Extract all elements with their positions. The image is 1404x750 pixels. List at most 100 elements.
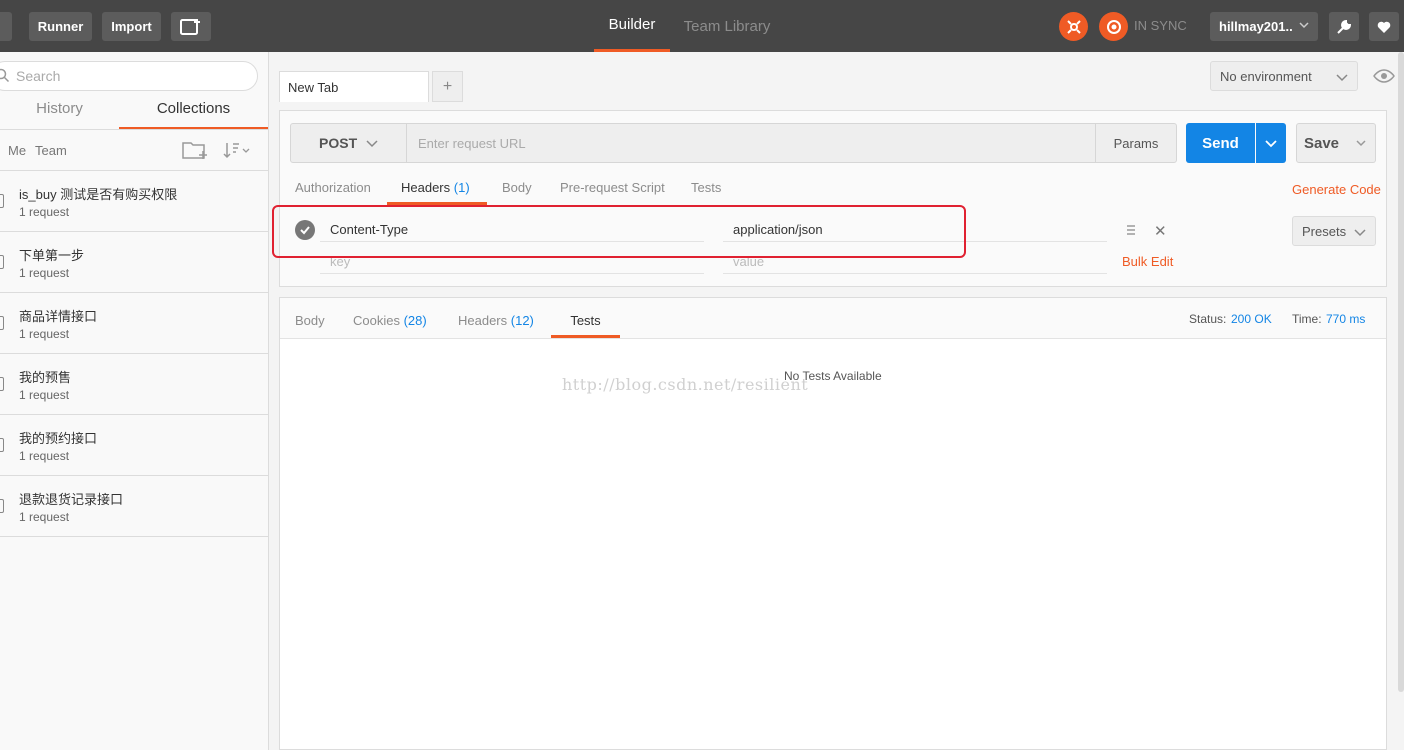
close-icon[interactable]: ✕ bbox=[1154, 222, 1167, 240]
sync-icon bbox=[1106, 19, 1121, 34]
response-headers-count: (12) bbox=[510, 313, 534, 328]
url-input[interactable] bbox=[408, 124, 1095, 162]
collection-item[interactable]: 我的预约接口 1 request bbox=[0, 415, 268, 476]
method-value: POST bbox=[319, 135, 358, 151]
new-folder-icon[interactable] bbox=[182, 139, 208, 161]
chevron-down-icon bbox=[1355, 140, 1366, 147]
collection-item[interactable]: 下单第一步 1 request bbox=[0, 232, 268, 293]
collection-count: 1 request bbox=[19, 510, 70, 524]
sidebar: Search History Collections Me Team is_bu… bbox=[0, 52, 269, 750]
filter-me[interactable]: Me bbox=[8, 143, 26, 158]
header-value-field[interactable]: application/json bbox=[723, 218, 1107, 242]
tab-body[interactable]: Body bbox=[502, 180, 532, 205]
user-menu-button[interactable]: hillmay201.. bbox=[1210, 12, 1318, 41]
collection-name: 我的预约接口 bbox=[19, 431, 98, 446]
tab-headers[interactable]: Headers (1) bbox=[387, 180, 487, 205]
save-button[interactable]: Save bbox=[1296, 123, 1347, 163]
wrench-icon bbox=[1337, 19, 1352, 34]
tab-history[interactable]: History bbox=[0, 100, 119, 130]
cookies-label: Cookies bbox=[353, 313, 400, 328]
header-enabled-checkbox[interactable] bbox=[295, 220, 315, 240]
time-value: 770 ms bbox=[1326, 312, 1366, 326]
presets-label: Presets bbox=[1302, 223, 1347, 239]
response-tab-headers[interactable]: Headers (12) bbox=[458, 313, 534, 338]
collection-name: 退款退货记录接口 bbox=[19, 492, 124, 507]
tab-headers-label: Headers bbox=[401, 180, 451, 195]
send-button[interactable]: Send bbox=[1186, 123, 1255, 163]
runner-button[interactable]: Runner bbox=[29, 12, 92, 41]
response-headers-label: Headers bbox=[458, 313, 508, 328]
collection-count: 1 request bbox=[19, 388, 70, 402]
response-tab-cookies[interactable]: Cookies (28) bbox=[353, 313, 427, 338]
collection-count: 1 request bbox=[19, 449, 70, 463]
request-url-bar: POST Params bbox=[290, 123, 1177, 163]
environment-quick-look-button[interactable] bbox=[1370, 64, 1398, 88]
tab-collections[interactable]: Collections bbox=[119, 100, 268, 130]
collection-count: 1 request bbox=[19, 205, 70, 219]
tab-authorization[interactable]: Authorization bbox=[295, 180, 371, 205]
settings-button[interactable] bbox=[1329, 12, 1359, 41]
chevron-down-icon bbox=[366, 140, 378, 148]
favorite-button[interactable] bbox=[1369, 12, 1399, 41]
folder-icon bbox=[0, 377, 4, 391]
sync-status-button[interactable] bbox=[1099, 12, 1128, 41]
status-label: Status: bbox=[1189, 312, 1227, 326]
check-icon bbox=[300, 226, 310, 235]
collection-item[interactable]: 商品详情接口 1 request bbox=[0, 293, 268, 354]
search-icon bbox=[0, 68, 10, 83]
collection-item[interactable]: 退款退货记录接口 1 request bbox=[0, 476, 268, 537]
params-button[interactable]: Params bbox=[1095, 124, 1176, 162]
collection-name: is_buy 测试是否有购买权限 bbox=[19, 187, 178, 202]
scrollbar[interactable] bbox=[1398, 52, 1404, 692]
sort-icon[interactable] bbox=[222, 141, 252, 159]
environment-value: No environment bbox=[1220, 68, 1312, 84]
tab-team-library[interactable]: Team Library bbox=[680, 0, 774, 52]
save-options-button[interactable] bbox=[1346, 123, 1376, 163]
status-value: 200 OK bbox=[1231, 312, 1272, 326]
tab-new-tab[interactable]: New Tab bbox=[279, 71, 429, 102]
folder-icon bbox=[0, 255, 4, 269]
cookies-count: (28) bbox=[403, 313, 427, 328]
top-bar: Runner Import Builder Team Library IN SY… bbox=[0, 0, 1404, 52]
interceptor-button[interactable] bbox=[1059, 12, 1088, 41]
method-select[interactable]: POST bbox=[291, 124, 407, 162]
drag-handle-icon[interactable] bbox=[1126, 224, 1136, 236]
presets-select[interactable]: Presets bbox=[1292, 216, 1376, 246]
folder-icon bbox=[0, 499, 4, 513]
response-panel bbox=[279, 297, 1387, 750]
chevron-down-icon bbox=[1354, 229, 1366, 237]
tab-tests[interactable]: Tests bbox=[691, 180, 721, 205]
collection-list: is_buy 测试是否有购买权限 1 request 下单第一步 1 reque… bbox=[0, 170, 268, 537]
response-tab-body[interactable]: Body bbox=[295, 313, 325, 338]
search-input[interactable]: Search bbox=[0, 61, 258, 91]
chevron-down-icon bbox=[1299, 22, 1309, 29]
tab-prerequest-script[interactable]: Pre-request Script bbox=[560, 180, 665, 205]
collection-name: 下单第一步 bbox=[19, 248, 85, 263]
collection-item[interactable]: 我的预售 1 request bbox=[0, 354, 268, 415]
watermark: http://blog.csdn.net/resilient bbox=[562, 375, 809, 394]
username: hillmay201.. bbox=[1219, 19, 1293, 34]
generate-code-link[interactable]: Generate Code bbox=[1292, 182, 1381, 197]
satellite-icon bbox=[1066, 19, 1081, 34]
new-header-key-field[interactable]: key bbox=[320, 250, 704, 274]
environment-select[interactable]: No environment bbox=[1210, 61, 1358, 91]
chevron-down-icon bbox=[1265, 140, 1277, 148]
sync-status-text: IN SYNC bbox=[1134, 18, 1187, 33]
bulk-edit-link[interactable]: Bulk Edit bbox=[1122, 254, 1173, 269]
header-key-field[interactable]: Content-Type bbox=[320, 218, 704, 242]
divider bbox=[0, 129, 268, 130]
headers-count: (1) bbox=[453, 180, 470, 195]
add-tab-button[interactable]: + bbox=[432, 71, 463, 102]
response-tab-tests[interactable]: Tests bbox=[551, 313, 620, 338]
tab-builder[interactable]: Builder bbox=[594, 0, 670, 52]
collection-name: 商品详情接口 bbox=[19, 309, 98, 324]
search-placeholder: Search bbox=[16, 68, 61, 84]
new-collection-button[interactable] bbox=[171, 12, 211, 41]
collection-name: 我的预售 bbox=[19, 370, 72, 385]
collection-item[interactable]: is_buy 测试是否有购买权限 1 request bbox=[0, 171, 268, 232]
send-options-button[interactable] bbox=[1256, 123, 1286, 163]
import-button[interactable]: Import bbox=[102, 12, 161, 41]
new-window-button[interactable] bbox=[0, 12, 12, 41]
filter-team[interactable]: Team bbox=[35, 143, 67, 158]
new-header-value-field[interactable]: value bbox=[723, 250, 1107, 274]
